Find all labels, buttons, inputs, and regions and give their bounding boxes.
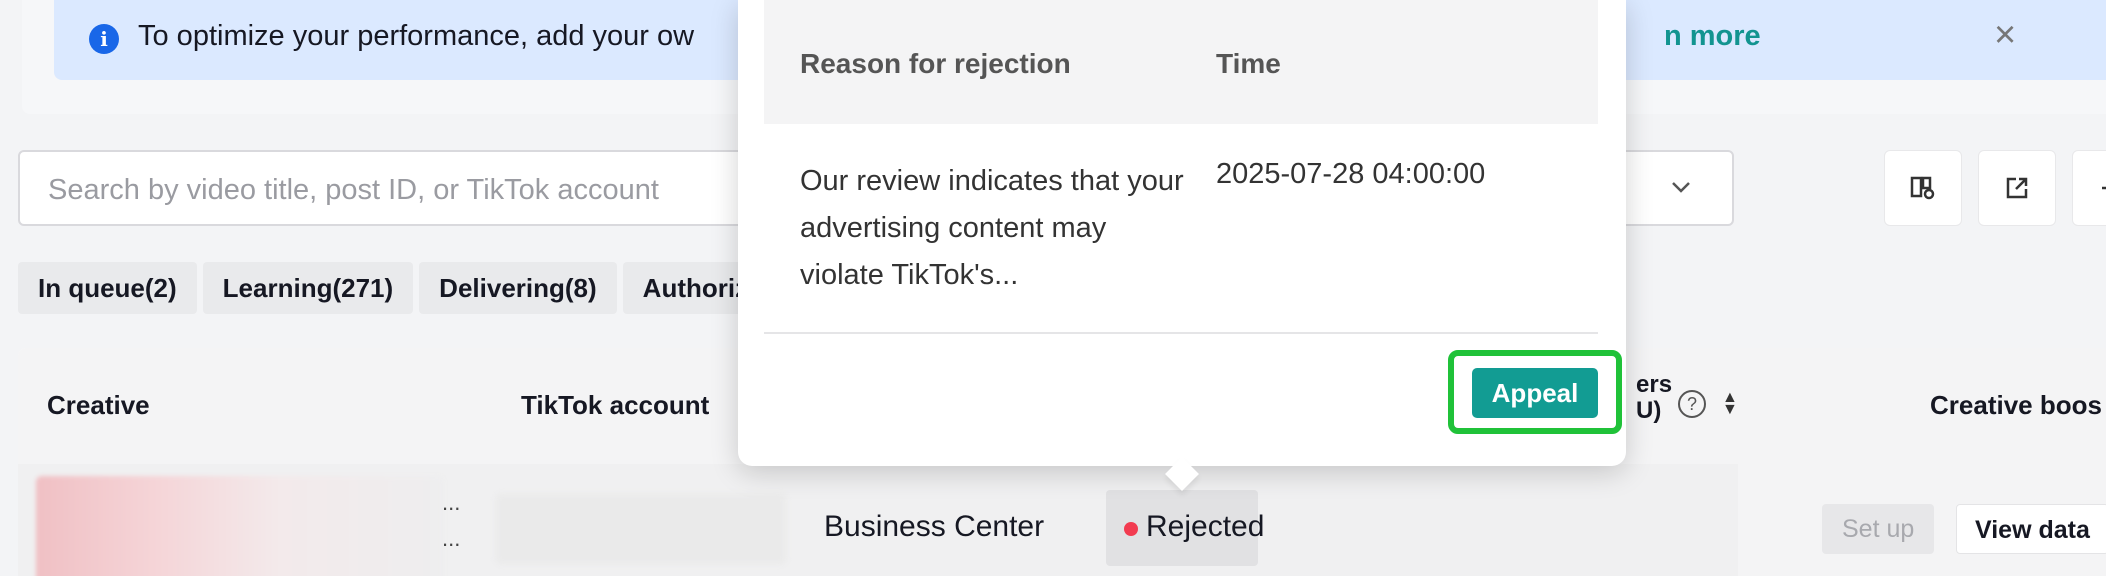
source-cell: Business Center (824, 510, 1045, 543)
status-tabs: In queue(2) Learning(271) Delivering(8) … (18, 262, 783, 314)
learn-more-link[interactable]: n more (1664, 20, 1761, 53)
tab-delivering[interactable]: Delivering(8) (419, 262, 617, 314)
header-users-line2: U) (1636, 397, 1662, 424)
header-creative-boost: Creative boos (1930, 390, 2102, 420)
rejected-dot-icon (1124, 522, 1138, 536)
creative-thumbnail[interactable] (36, 476, 444, 576)
tab-in-queue[interactable]: In queue(2) (18, 262, 197, 314)
tiktok-account-cell (496, 494, 786, 564)
popover-divider (764, 332, 1598, 334)
export-icon (2006, 177, 2028, 199)
info-icon: i (89, 24, 119, 54)
more-icon (2102, 186, 2106, 190)
chevron-down-icon[interactable] (1670, 176, 1692, 198)
more-button[interactable] (2072, 150, 2106, 226)
header-creative: Creative (47, 390, 150, 420)
creative-subtitle-ellipsis: ... (442, 526, 461, 551)
header-reason: Reason for rejection (800, 48, 1071, 79)
header-time: Time (1216, 48, 1281, 79)
view-data-button[interactable]: View data (1956, 504, 2106, 554)
setup-button[interactable]: Set up (1822, 504, 1935, 554)
rejection-popover: Reason for rejection Time Our review ind… (738, 0, 1626, 491)
tab-learning[interactable]: Learning(271) (202, 262, 414, 314)
columns-settings-button[interactable] (1884, 150, 1962, 226)
help-icon[interactable]: ? (1678, 390, 1706, 418)
status-badge[interactable]: Rejected (1106, 490, 1264, 566)
search-placeholder: Search by video title, post ID, or TikTo… (48, 174, 659, 206)
rejection-time: 2025-07-28 04:00:00 (1216, 158, 1486, 190)
appeal-button[interactable]: Appeal (1472, 368, 1598, 418)
close-icon[interactable]: × (1994, 16, 2016, 54)
columns-settings-icon (1910, 176, 1935, 200)
header-users-line1: ers (1636, 371, 1673, 398)
popover-header: Reason for rejection Time (764, 0, 1598, 124)
sort-icon[interactable]: ▲ ▼ (1722, 390, 1738, 418)
banner-message: To optimize your performance, add your o… (138, 20, 695, 52)
header-tiktok-account: TikTok account (521, 390, 710, 420)
status-text: Rejected (1146, 510, 1265, 543)
header-users: ers U) (1636, 372, 1672, 424)
export-button[interactable] (1978, 150, 2056, 226)
creative-title-ellipsis: ... (442, 490, 461, 515)
rejection-reason: Our review indicates that your advertisi… (800, 165, 1184, 291)
